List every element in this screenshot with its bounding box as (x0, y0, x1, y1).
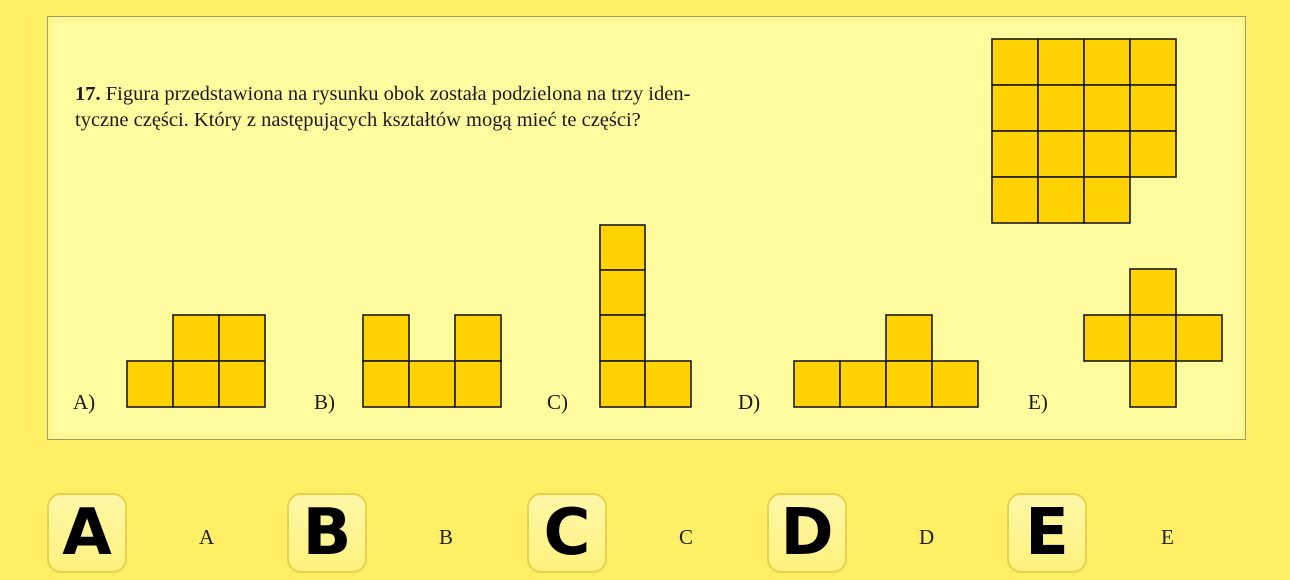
answer-text-d: D (919, 525, 935, 549)
answer-text-b: B (439, 525, 454, 549)
answer-button-c[interactable]: C (527, 493, 607, 573)
answer-text-e: E (1161, 525, 1174, 549)
answer-button-d[interactable]: D (767, 493, 847, 573)
shape-d (793, 314, 979, 408)
answer-button-e[interactable]: E (1007, 493, 1087, 573)
shape-a (126, 314, 266, 408)
answer-text-a: A (199, 525, 215, 549)
main-figure (991, 38, 1177, 224)
answer-text-c: C (679, 525, 694, 549)
header-fragment (0, 0, 1290, 4)
question-card: 17. Figura przedstawiona na rysunku obok… (47, 16, 1246, 440)
answer-button-b[interactable]: B (287, 493, 367, 573)
shape-b (362, 314, 502, 408)
figures-canvas (126, 38, 1223, 408)
answer-button-a[interactable]: A (47, 493, 127, 573)
shape-c (599, 224, 692, 408)
shape-e (1083, 268, 1223, 408)
